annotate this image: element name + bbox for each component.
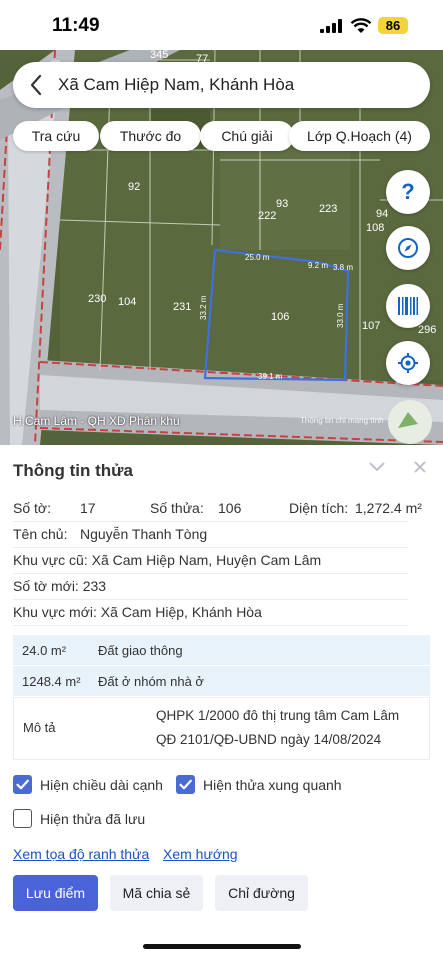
- owner-value: Nguyễn Thanh Tòng: [80, 526, 208, 542]
- edge-length-label: 33.0 m: [336, 303, 345, 328]
- parcel-info-panel: Thông tin thửa Số tờ: 17 Số thửa: 106 Di…: [0, 445, 443, 959]
- wifi-icon: [350, 18, 372, 33]
- description-row: Mô tả QHPK 1/2000 đô thị trung tâm Cam L…: [13, 697, 430, 760]
- crosshair-location-icon: [398, 353, 418, 373]
- map-layer-caption: H.Cam Lâm - QH XD Phân khu: [13, 414, 180, 428]
- help-icon: ?: [401, 179, 415, 204]
- chip-ruler[interactable]: Thước đo: [100, 121, 201, 151]
- description-label: Mô tả: [23, 720, 56, 735]
- owner-label: Tên chủ:: [13, 526, 68, 542]
- description-line-1: QHPK 1/2000 đô thị trung tâm Cam Lâm: [156, 708, 400, 723]
- land-use-row: 24.0 m² Đất giao thông: [13, 635, 430, 665]
- status-bar: 11:49 86: [0, 0, 443, 50]
- owner-row: Tên chủ: Nguyễn Thanh Tòng: [13, 522, 408, 548]
- parcel-value: 106: [218, 500, 242, 516]
- back-arrow-icon[interactable]: [29, 74, 43, 96]
- parcel-number: 92: [128, 181, 140, 193]
- panel-title: Thông tin thửa: [13, 461, 133, 480]
- parcel-summary-row: Số tờ: 17 Số thửa: 106 Diện tích: 1,272.…: [13, 496, 422, 522]
- barcode-scan-button[interactable]: [386, 284, 430, 328]
- checkmark-icon: [16, 779, 29, 790]
- location-header[interactable]: Xã Cam Hiệp Nam, Khánh Hòa: [13, 62, 430, 108]
- show-neighbors-checkbox[interactable]: [176, 775, 195, 794]
- land-use-area: 24.0 m²: [22, 643, 67, 658]
- new-area-text: Khu vực mới: Xã Cam Hiệp, Khánh Hòa: [13, 604, 262, 620]
- old-area-row: Khu vực cũ: Xã Cam Hiệp Nam, Huyện Cam L…: [13, 548, 408, 574]
- cellular-signal-icon: [320, 19, 342, 33]
- parcel-number: 230: [88, 293, 106, 305]
- sheet-label: Số tờ:: [13, 500, 51, 516]
- battery-indicator: 86: [378, 17, 408, 34]
- boundary-coordinates-link[interactable]: Xem tọa độ ranh thửa: [13, 846, 149, 862]
- parcel-number: 94: [376, 208, 388, 220]
- directions-button[interactable]: Chỉ đường: [215, 875, 308, 911]
- description-line-2: QĐ 2101/QĐ-UBND ngày 14/08/2024: [156, 732, 382, 747]
- chip-lookup[interactable]: Tra cứu: [13, 121, 99, 151]
- new-sheet-text: Số tờ mới: 233: [13, 578, 107, 594]
- save-point-button[interactable]: Lưu điểm: [13, 875, 98, 911]
- land-use-row: 1248.4 m² Đất ở nhóm nhà ở: [13, 666, 430, 696]
- chevron-down-icon[interactable]: [368, 461, 386, 473]
- parcel-number: 93: [276, 198, 288, 210]
- area-label: Diện tích:: [289, 500, 349, 516]
- new-area-row: Khu vực mới: Xã Cam Hiệp, Khánh Hòa: [13, 600, 408, 626]
- parcel-number: 345: [150, 50, 168, 61]
- edge-length-label: 39.1 m: [258, 372, 283, 381]
- status-time: 11:49: [52, 15, 100, 36]
- show-edge-length-label[interactable]: Hiện chiều dài cạnh: [40, 777, 163, 793]
- parcel-number: 104: [118, 296, 136, 308]
- compass-icon: [398, 238, 418, 258]
- show-saved-label[interactable]: Hiện thửa đã lưu: [40, 811, 145, 827]
- edge-length-label: 25.0 m: [245, 253, 270, 262]
- area-value: 1,272.4 m²: [355, 500, 422, 516]
- show-neighbors-label[interactable]: Hiện thửa xung quanh: [203, 777, 342, 793]
- land-use-type: Đất ở nhóm nhà ở: [98, 674, 204, 689]
- checkmark-icon: [179, 779, 192, 790]
- edge-length-label: 3.8 m: [333, 263, 353, 272]
- show-edge-length-checkbox[interactable]: [13, 775, 32, 794]
- compass-button[interactable]: [386, 226, 430, 270]
- edge-length-label: 33.2 m: [199, 295, 208, 320]
- old-area-text: Khu vực cũ: Xã Cam Hiệp Nam, Huyện Cam L…: [13, 552, 322, 568]
- parcel-number: 222: [258, 210, 276, 222]
- direction-link[interactable]: Xem hướng: [163, 846, 238, 862]
- edge-length-label: 9.2 m: [308, 261, 328, 270]
- sheet-value: 17: [80, 500, 96, 516]
- new-sheet-row: Số tờ mới: 233: [13, 574, 408, 600]
- parcel-number: 106: [271, 311, 289, 323]
- close-icon[interactable]: [412, 459, 428, 475]
- chip-planning-layers[interactable]: Lớp Q.Hoạch (4): [289, 121, 430, 151]
- map-attribution: Thông tin chi mang tính: [300, 416, 384, 425]
- help-button[interactable]: ?: [386, 170, 430, 214]
- show-saved-checkbox[interactable]: [13, 809, 32, 828]
- share-code-button[interactable]: Mã chia sẻ: [110, 875, 203, 911]
- parcel-number: 296: [418, 324, 436, 336]
- chip-legend[interactable]: Chú giải: [200, 121, 294, 151]
- barcode-icon: [398, 297, 418, 315]
- parcel-number: 108: [366, 222, 384, 234]
- satellite-map[interactable]: 92 93 222 223 94 108 345 77 230 104 231 …: [0, 50, 443, 445]
- location-title: Xã Cam Hiệp Nam, Khánh Hòa: [58, 75, 295, 94]
- land-use-area: 1248.4 m²: [22, 674, 81, 689]
- my-location-button[interactable]: [386, 341, 430, 385]
- parcel-number: 107: [362, 320, 380, 332]
- home-indicator: [143, 944, 301, 949]
- map-view[interactable]: 92 93 222 223 94 108 345 77 230 104 231 …: [0, 50, 443, 445]
- parcel-number: 223: [319, 203, 337, 215]
- land-use-type: Đất giao thông: [98, 643, 183, 658]
- parcel-label: Số thửa:: [150, 500, 204, 516]
- parcel-number: 231: [173, 301, 191, 313]
